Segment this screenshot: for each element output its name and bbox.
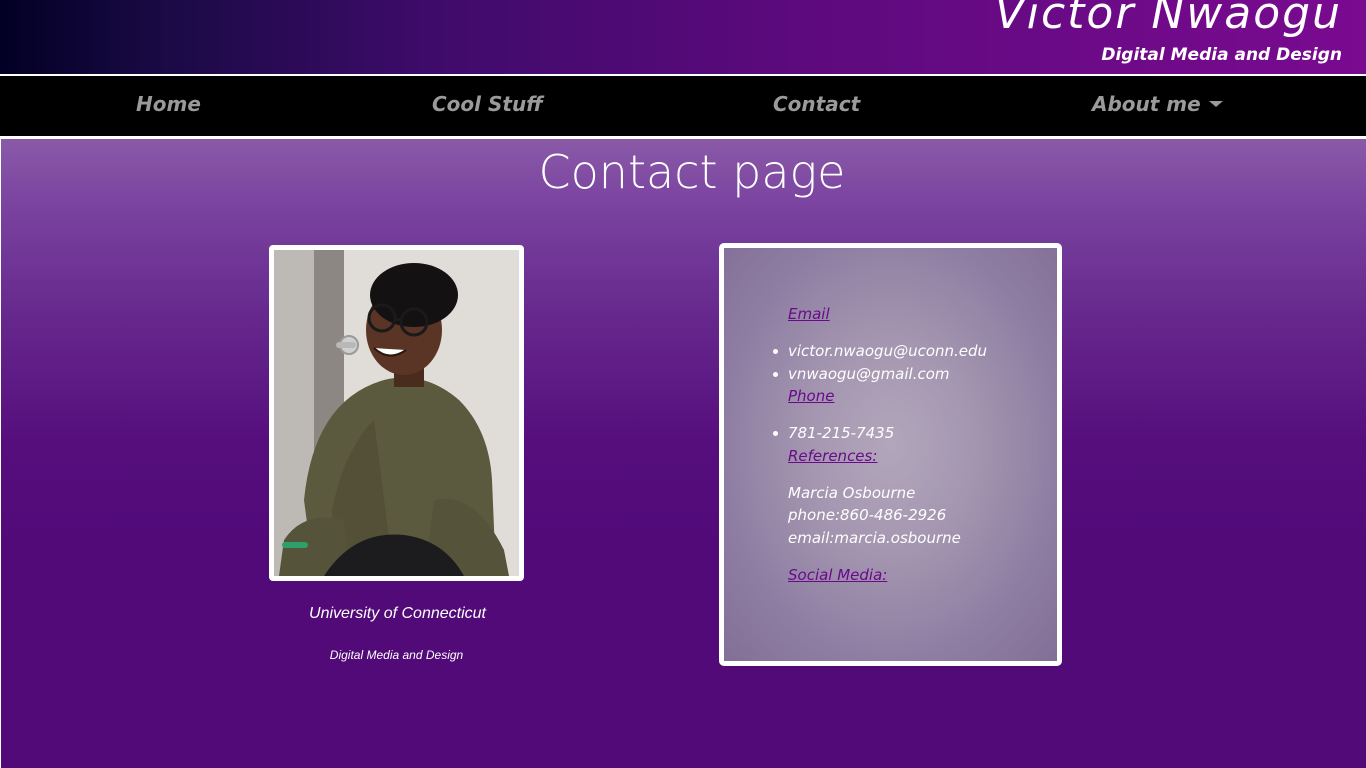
caption-school: University of Connecticut: [309, 605, 486, 622]
reference-block: Marcia Osbourne phone:860-486-2926 email…: [788, 482, 1048, 550]
main-content: Contact page University of Connecticut D…: [1, 139, 1366, 768]
social-media-heading-link[interactable]: Social Media:: [788, 564, 1048, 586]
reference-email: email:marcia.osbourne: [788, 528, 961, 547]
site-title: Victor Nwaogu: [994, 0, 1342, 39]
profile-photo: [269, 245, 524, 581]
chevron-down-icon: [1208, 101, 1223, 107]
phone-heading-link[interactable]: Phone: [788, 385, 1048, 407]
phone-item: 781-215-7435: [773, 422, 1048, 445]
nav-item-home[interactable]: Home: [136, 92, 201, 116]
page-title: Contact page: [538, 145, 846, 199]
contact-card-content: Email victor.nwaogu@uconn.edu vnwaogu@gm…: [773, 303, 1048, 586]
nav-item-contact[interactable]: Contact: [773, 92, 860, 116]
references-heading-link[interactable]: References:: [788, 445, 1048, 467]
email-list: victor.nwaogu@uconn.edu vnwaogu@gmail.co…: [773, 340, 1048, 386]
site-subtitle: Digital Media and Design: [1101, 45, 1342, 65]
nav-item-about-me[interactable]: About me: [1092, 92, 1223, 116]
nav-item-about-me-label: About me: [1092, 92, 1201, 116]
site-header: Victor Nwaogu Digital Media and Design: [0, 0, 1366, 74]
main-navbar: Home Cool Stuff Contact About me: [0, 74, 1366, 138]
email-heading-link[interactable]: Email: [788, 303, 1048, 325]
phone-list: 781-215-7435: [773, 422, 1048, 445]
caption-program: Digital Media and Design: [329, 648, 464, 662]
reference-name: Marcia Osbourne: [788, 483, 916, 502]
nav-item-cool-stuff[interactable]: Cool Stuff: [432, 92, 543, 116]
email-item: victor.nwaogu@uconn.edu: [773, 340, 1048, 363]
reference-phone: phone:860-486-2926: [788, 506, 947, 524]
email-item: vnwaogu@gmail.com: [773, 363, 1048, 386]
contact-card: Email victor.nwaogu@uconn.edu vnwaogu@gm…: [719, 243, 1062, 666]
